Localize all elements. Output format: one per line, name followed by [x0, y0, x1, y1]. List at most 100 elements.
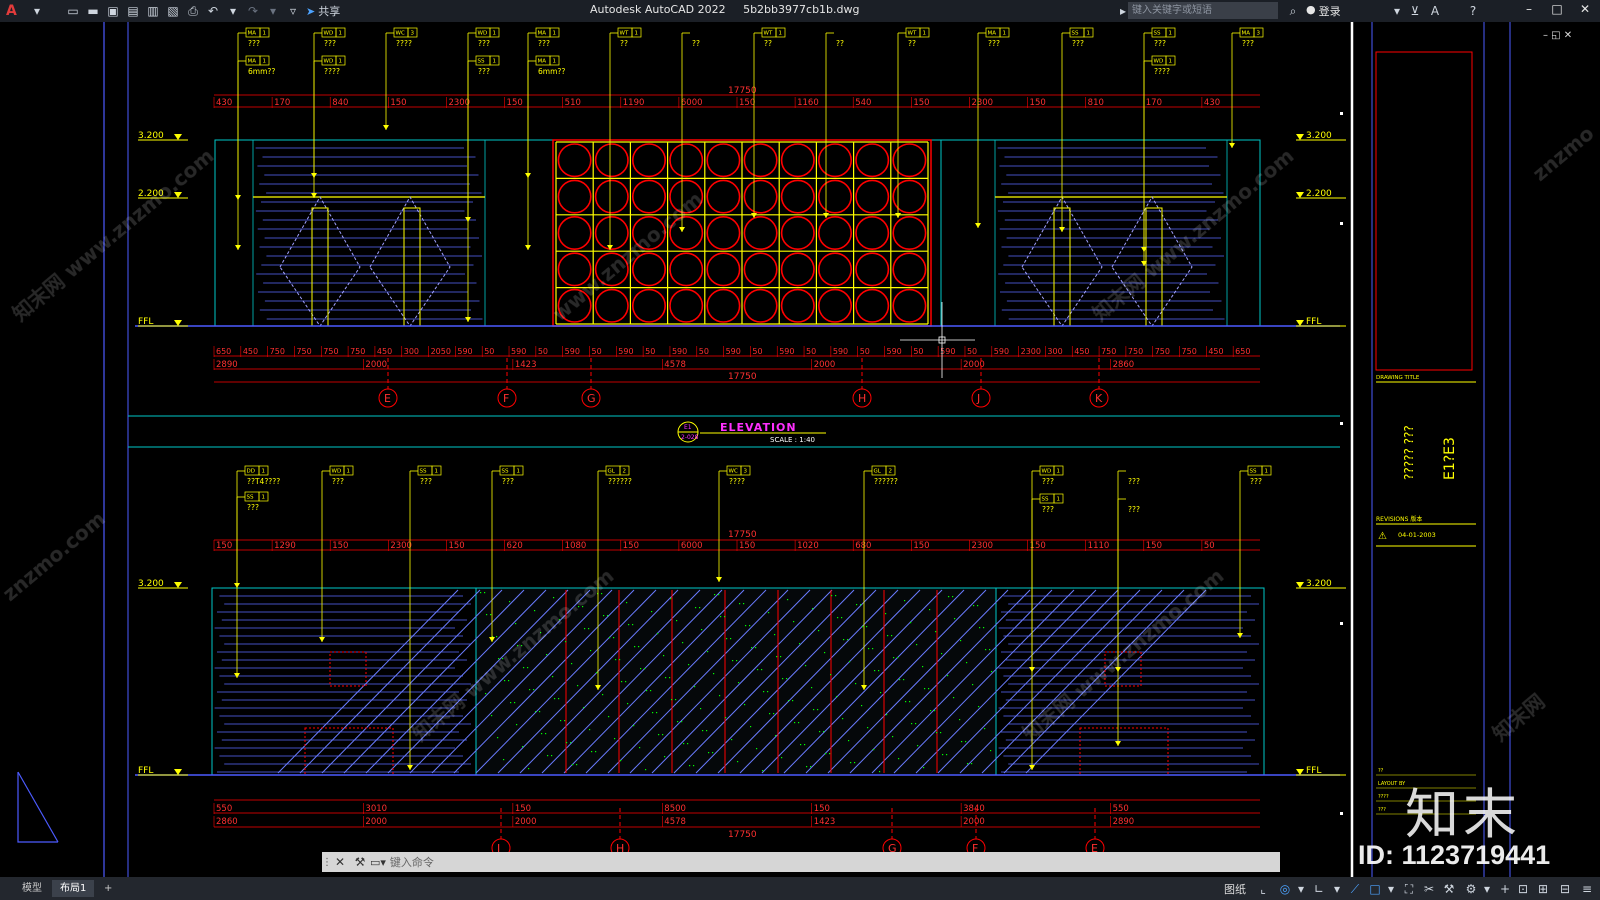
dim-total-width-lower-bottom: 17750: [728, 830, 757, 840]
autocad-logo-icon[interactable]: A: [6, 3, 26, 19]
undo-icon[interactable]: ↶: [204, 2, 222, 20]
paper-space-label[interactable]: 图纸: [1224, 881, 1246, 897]
dim-label: 1423: [515, 360, 537, 370]
tab-model[interactable]: 模型: [14, 880, 50, 897]
command-customize-icon[interactable]: ⚒: [350, 855, 370, 869]
tag-text: ???: [1242, 39, 1254, 48]
tag-code: WD: [324, 31, 334, 37]
save-icon[interactable]: ▣: [104, 2, 122, 20]
tag-text: ???: [248, 39, 260, 48]
dim-label: 2000: [963, 817, 985, 827]
dim-label: 1080: [565, 541, 587, 551]
minimize-icon[interactable]: –: [1518, 2, 1540, 20]
share-button[interactable]: ➤ 共享: [306, 3, 340, 19]
tag-number: 1: [1003, 31, 1007, 37]
tag-text: ????: [324, 67, 340, 76]
tag-code: SS: [478, 59, 485, 65]
isolate-objects-icon[interactable]: ⊞: [1534, 880, 1552, 898]
search-icon[interactable]: ⌕: [1284, 2, 1302, 20]
command-input[interactable]: 键入命令: [390, 854, 434, 870]
redo-icon[interactable]: ↷: [244, 2, 262, 20]
dim-label: 150: [814, 804, 830, 814]
wine-slot: [743, 252, 778, 287]
snap-dropdown-icon[interactable]: ▾: [1292, 880, 1310, 898]
grid-bubble-label: G: [587, 392, 596, 405]
save-as-icon[interactable]: ▤: [124, 2, 142, 20]
customize-toolbar-icon[interactable]: ▿: [284, 2, 302, 20]
drawing-viewport[interactable]: – ◱ ✕ 17750 430 170 840 150 2300 150 510 1190 60…: [0, 22, 1600, 877]
new-file-icon[interactable]: ▭: [64, 2, 82, 20]
tag-text: ???: [324, 39, 336, 48]
title-block-row-label: ??: [1378, 768, 1384, 774]
wine-slot: [892, 288, 927, 323]
wine-slot: [631, 288, 666, 323]
dim-label: 750: [1101, 347, 1116, 356]
wine-slot: [817, 288, 852, 323]
command-close-icon[interactable]: ✕: [330, 855, 350, 869]
clean-screen-icon[interactable]: ⊟: [1556, 880, 1574, 898]
plot-icon[interactable]: ⎙: [184, 2, 202, 20]
add-layout-button[interactable]: +: [96, 880, 120, 897]
svg-text:知末网 www.znzmo.com: 知末网 www.znzmo.com: [1018, 564, 1229, 746]
ortho-icon[interactable]: ∟: [1310, 880, 1328, 898]
annotation-scale-icon[interactable]: ✂: [1420, 880, 1438, 898]
maximize-icon[interactable]: □: [1546, 2, 1568, 20]
redo-dropdown-icon[interactable]: ▾: [264, 2, 282, 20]
dim-label: 150: [739, 98, 755, 108]
cad-drawing[interactable]: – ◱ ✕ 17750 430 170 840 150 2300 150 510 1190 60…: [0, 22, 1600, 877]
dim-label: 8500: [664, 804, 686, 814]
app-menu-chevron-icon[interactable]: ▾: [28, 2, 46, 20]
dim-label: 750: [1155, 347, 1170, 356]
annotation-monitor-icon[interactable]: +: [1496, 880, 1514, 898]
cart-icon[interactable]: ⊻: [1406, 2, 1424, 20]
status-bar: 模型 布局1 + 图纸 ⌞ ◎ ▾ ∟ ▾ ⟋ □ ▾ ⛶ ✂ ⚒ ⚙ ▾ + …: [0, 877, 1600, 900]
dim-label: 750: [1182, 347, 1197, 356]
polar-icon[interactable]: ▾: [1328, 880, 1346, 898]
recent-commands-icon[interactable]: ▭▾: [370, 856, 386, 869]
dim-label: 300: [1047, 347, 1062, 356]
tag-code: WD: [1154, 59, 1164, 65]
dim-label: 2300: [971, 541, 993, 551]
customization-icon[interactable]: ≡: [1578, 880, 1596, 898]
dim-label: 4578: [664, 817, 686, 827]
open-from-web-icon[interactable]: ▥: [144, 2, 162, 20]
lower-bottom-dimension-labels-row2: 2860 2000 2000 4578 1423 2000 2890: [213, 816, 1134, 827]
help-search-input[interactable]: 键入关键字或短语: [1128, 2, 1278, 19]
login-button[interactable]: ● 登录: [1306, 3, 1341, 19]
wine-slot: [594, 143, 629, 178]
undo-dropdown-icon[interactable]: ▾: [224, 2, 242, 20]
units-icon[interactable]: ⊡: [1514, 880, 1532, 898]
dim-label: 150: [623, 541, 639, 551]
tag-text: ???: [420, 477, 432, 486]
tag-text: ???: [478, 39, 490, 48]
annotation-visibility-icon[interactable]: ⚒: [1440, 880, 1458, 898]
dim-label: 650: [216, 347, 231, 356]
autodesk-app-icon[interactable]: A: [1426, 2, 1444, 20]
drag-handle-icon[interactable]: ⋮: [322, 857, 332, 868]
open-folder-icon[interactable]: ▬: [84, 2, 102, 20]
dim-label: 50: [1204, 541, 1215, 551]
model-space-icon[interactable]: ⌞: [1254, 880, 1272, 898]
dim-label: 550: [1113, 804, 1129, 814]
tag-code: SS: [1250, 469, 1257, 475]
tab-layout1[interactable]: 布局1: [52, 880, 95, 897]
dim-label: 2300: [971, 98, 993, 108]
isodraft-icon[interactable]: ⟋: [1346, 880, 1364, 898]
help-icon[interactable]: ?: [1464, 2, 1482, 20]
selection-cycling-icon[interactable]: ⛶: [1400, 880, 1418, 898]
save-to-web-icon[interactable]: ▧: [164, 2, 182, 20]
close-icon[interactable]: ✕: [1574, 2, 1596, 20]
wine-slot: [780, 288, 815, 323]
command-line[interactable]: ⋮ ✕ ⚒ ▭▾ 键入命令: [322, 852, 1280, 872]
share-icon: ➤: [306, 4, 316, 18]
login-dropdown-icon[interactable]: ▾: [1388, 2, 1406, 20]
dim-label: 590: [565, 347, 580, 356]
sheet-number: E1?E3: [1442, 437, 1458, 480]
osnap-dropdown-icon[interactable]: ▾: [1382, 880, 1400, 898]
wine-slot: [892, 216, 927, 251]
grid-axis-bubbles-lower: JHGFE: [491, 808, 1105, 858]
share-label: 共享: [318, 5, 341, 18]
dim-label: 2000: [515, 817, 537, 827]
wine-slot: [743, 216, 778, 251]
workspace-dropdown-icon[interactable]: ▾: [1478, 880, 1496, 898]
